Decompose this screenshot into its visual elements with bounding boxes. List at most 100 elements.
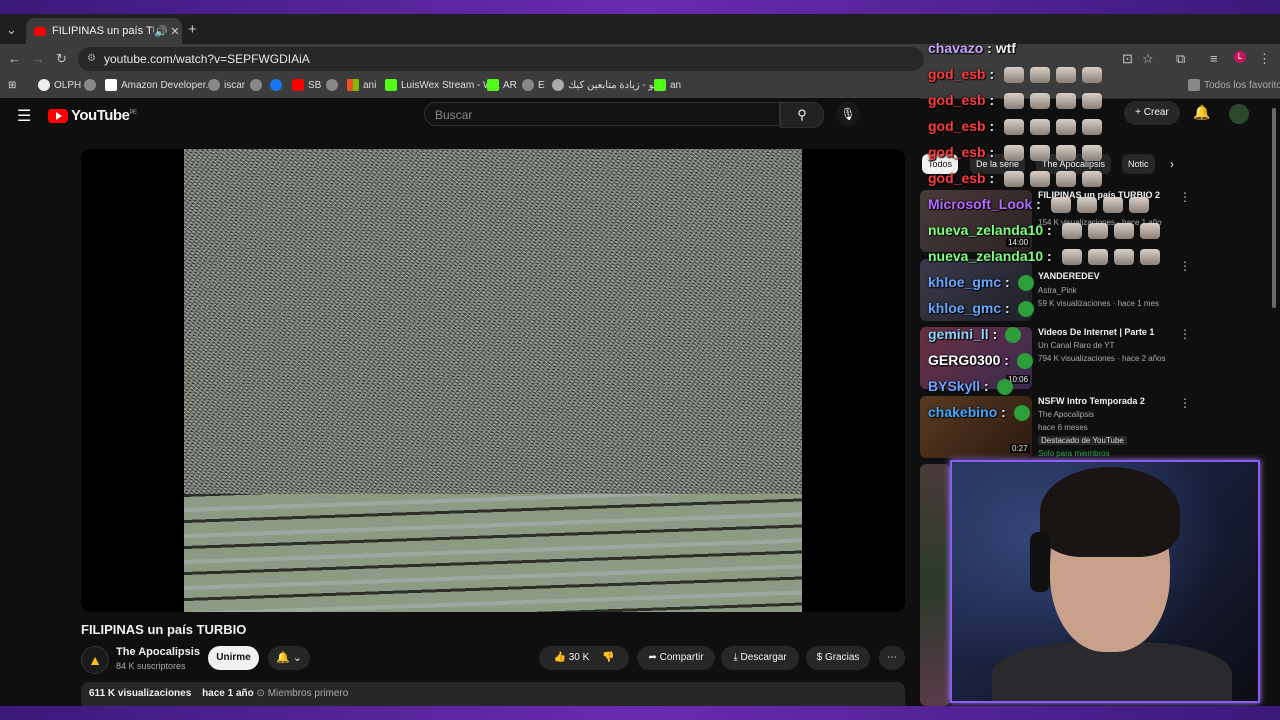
extensions-icon[interactable]: ⧉ [1176,51,1185,67]
all-bookmarks[interactable]: Todos los favoritos [1188,78,1280,94]
more-options-icon[interactable]: ⋮ [1179,259,1191,273]
dislike-button[interactable]: 👎 [602,652,614,663]
bookmark-item[interactable] [250,78,266,94]
apps-icon[interactable]: ⊞ [8,78,16,94]
bookmark-item[interactable]: ani [347,78,376,94]
bookmark-item[interactable] [84,78,100,94]
rec-channel: The Apocalipsis [1038,410,1095,419]
bell-icon: 🔔 [276,652,290,664]
chat-emote-icon [1082,145,1103,162]
bookmark-item[interactable] [270,78,286,94]
google-icon [38,79,50,92]
reload-icon[interactable]: ↻ [56,51,67,67]
chat-emote-icon [1013,405,1030,422]
chat-message: chavazo : wtf [928,40,1016,56]
address-bar[interactable]: ⚙ youtube.com/watch?v=SEPFWGDIAiA [78,47,924,71]
bookmark-item[interactable]: OLPH [38,78,81,94]
description-box[interactable]: 611 K visualizaciones hace 1 año ⊙ Miemb… [81,682,905,706]
speaker-icon: 🔊 [154,25,168,38]
youtube-logo[interactable]: YouTubePE [48,107,137,124]
tab-close-icon[interactable]: ✕ [168,25,182,38]
share-button[interactable]: ➦ Compartir [637,646,715,670]
rec-meta: hace 6 meses [1038,423,1088,432]
chat-emote-icon [1061,249,1082,266]
chat-message: god_esb : [928,144,1103,162]
bookmark-item[interactable]: E [522,78,545,94]
bookmark-item[interactable]: Amazon Developer... [105,78,214,94]
like-button[interactable]: 👍 30 K [553,652,589,663]
more-options-icon[interactable]: ⋮ [1179,327,1191,341]
video-player[interactable] [81,149,905,612]
chat-separator: : [1043,248,1056,264]
rec-title: Videos De Internet | Parte 1 [1038,327,1155,337]
globe-icon [552,79,564,92]
channel-avatar[interactable]: ▲ [81,646,109,674]
members-only-label: Solo para miembros [1038,449,1110,458]
menu-icon[interactable]: ⋮ [1258,51,1271,67]
chip-news[interactable]: Notic [1122,154,1155,174]
chat-emote-icon [1087,223,1108,240]
bookmark-star-icon[interactable]: ☆ [1142,51,1154,67]
bookmark-item[interactable]: بلو - زيادة متابعين كيك [552,78,660,94]
tab-search-icon[interactable]: ⌄ [6,22,17,38]
bookmark-item[interactable]: an [654,78,681,94]
thanks-icon: $ [816,652,823,663]
chat-message: khloe_gmc : [928,274,1034,292]
bookmark-item[interactable]: SB [292,78,321,94]
search-button[interactable]: ⚲ [780,102,824,128]
page-scrollbar[interactable] [1270,96,1278,706]
notifications-bell-icon[interactable]: 🔔 [1193,104,1210,121]
chat-emote-icon [1056,67,1077,84]
back-icon[interactable]: ← [8,51,21,66]
plus-icon: + [1135,107,1142,118]
more-options-icon[interactable]: ⋮ [1179,190,1191,204]
stream-frame-top [0,0,1280,14]
search-input[interactable]: Buscar [424,102,780,126]
chat-emote-icon [1017,275,1034,292]
chat-emote-icon [1139,223,1160,240]
chat-emote-icon [1017,301,1034,318]
chat-username: chavazo [928,40,984,56]
url-text: youtube.com/watch?v=SEPFWGDIAiA [104,52,310,66]
scrollbar-thumb[interactable] [1272,108,1276,308]
more-actions-button[interactable]: ⋯ [879,646,905,670]
bookmark-item[interactable]: LuisWex Stream - W... [385,78,500,94]
chat-separator: : [985,66,999,82]
chat-message: gemini_ll : [928,326,1022,344]
profile-avatar[interactable]: L [1234,51,1246,63]
new-tab-icon[interactable]: + [188,21,197,38]
hamburger-menu-icon[interactable]: ☰ [17,106,31,126]
media-icon[interactable]: ≡ [1210,51,1218,66]
download-button[interactable]: ⤓ Descargar [721,646,799,670]
upload-age: hace 1 año [202,688,254,699]
install-icon[interactable]: ⊡ [1122,51,1133,67]
more-options-icon[interactable]: ⋮ [1179,396,1191,410]
chat-username: god_esb [928,66,986,82]
bookmark-item[interactable] [326,78,342,94]
tab-youtube[interactable]: FILIPINAS un país TURBIO - 🔊 ✕ [26,18,182,44]
notifications-button[interactable]: 🔔 ⌄ [268,646,310,670]
stream-frame-bottom [0,706,1280,720]
bookmark-item[interactable]: iscar [208,78,245,94]
voice-search-button[interactable]: 🎙 [836,102,860,126]
bookmark-item[interactable]: AR [487,78,517,94]
chat-emote-icon [1087,249,1108,266]
join-button[interactable]: Unirme [208,646,259,670]
forward-icon[interactable]: → [32,51,45,66]
subscriber-count: 84 K suscriptores [116,661,186,671]
thanks-button[interactable]: $ Gracias [806,646,870,670]
create-button[interactable]: + Crear [1124,101,1180,125]
facebook-icon [270,79,282,92]
video-duration: 14:00 [1006,238,1031,247]
amazon-icon [105,79,117,92]
share-icon: ➦ [648,652,657,663]
chevron-right-icon[interactable]: › [1170,157,1174,171]
chat-emote-icon [1128,197,1149,214]
chat-emote-icon [1004,119,1025,136]
thumbs-up-icon: 👍 [553,652,566,663]
channel-name[interactable]: The Apocalipsis [116,646,200,658]
account-avatar[interactable] [1229,104,1249,124]
like-dislike-group: 👍 30 K 👎 [539,646,629,670]
video-duration: 0:27 [1010,444,1030,453]
site-info-icon[interactable]: ⚙ [87,47,96,71]
